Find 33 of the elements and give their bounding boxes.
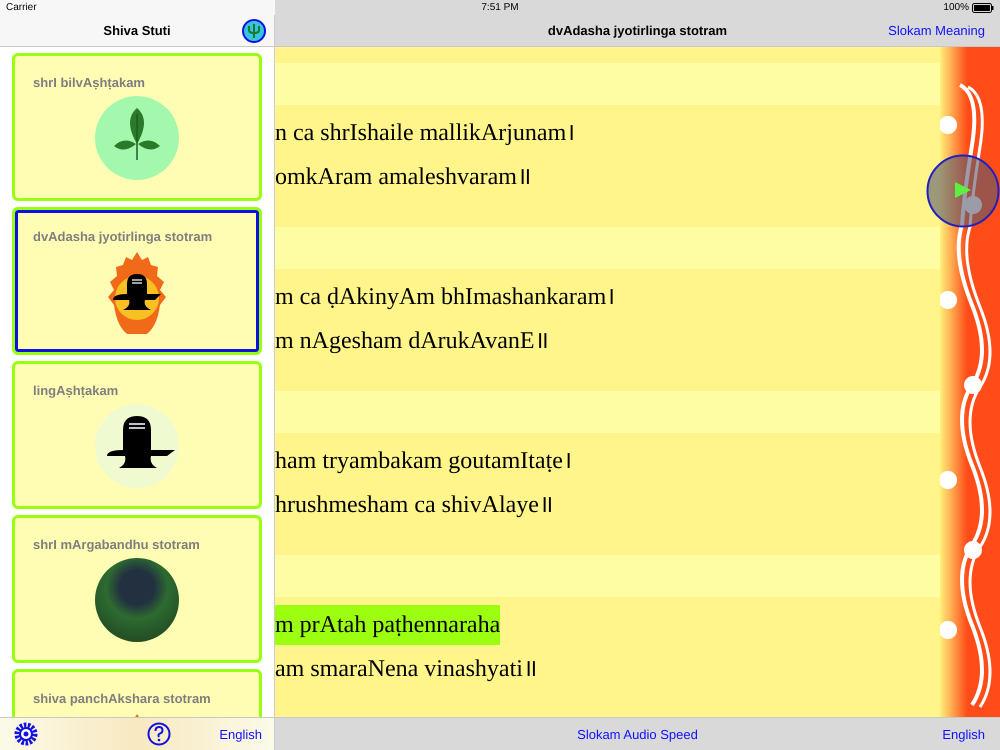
battery-icon [972, 2, 994, 12]
verse-line[interactable]: m nAgesham dArukAvanE॥ [275, 321, 548, 361]
trident-icon[interactable] [242, 19, 266, 43]
sidebar-title: Shiva Stuti [103, 23, 171, 38]
stotram-title: dvAdasha jyotirlinga stotram [548, 23, 728, 38]
item-title: shrI mArgabandhu stotram [33, 537, 201, 553]
clock-time: 7:51 PM [480, 2, 520, 13]
battery-percent: 100% [943, 2, 969, 13]
audio-speed-button[interactable]: Slokam Audio Speed [577, 726, 698, 742]
carrier-label: Carrier [6, 2, 38, 13]
verse-line[interactable]: n ca shrIshaile mallikArjunam। [275, 113, 576, 153]
sidebar-item[interactable]: dvAdasha jyotirlinga stotram [12, 207, 262, 355]
slokam-meaning-button[interactable]: Slokam Meaning [888, 23, 985, 38]
verse-line[interactable]: am smaraNena vinashyati॥ [275, 649, 537, 689]
play-button[interactable] [926, 154, 1000, 228]
lingam-icon [95, 404, 179, 488]
settings-icon[interactable] [14, 722, 38, 746]
sidebar-item[interactable]: shrI bilvAṣhṭakam [12, 53, 262, 201]
verse-line[interactable]: hrushmesham ca shivAlaye॥ [275, 485, 553, 525]
leaf-icon [95, 96, 179, 180]
item-title: shiva panchAkshara stotram [33, 691, 212, 707]
sidebar-item[interactable]: shiva panchAkshara stotram [12, 669, 262, 717]
item-title: shrI bilvAṣhṭakam [33, 75, 146, 91]
item-title: lingAṣhṭakam [33, 383, 120, 399]
help-icon[interactable] [146, 722, 171, 746]
verse-line[interactable]: omkAram amaleshvaram॥ [275, 157, 531, 197]
language-button[interactable]: English [219, 726, 262, 742]
language-button[interactable]: English [942, 726, 986, 742]
verse-line[interactable]: ham tryambakam goutamItaṭe। [275, 441, 572, 481]
item-title: dvAdasha jyotirlinga stotram [33, 229, 214, 245]
sidebar-item[interactable]: shrI mArgabandhu stotram [12, 515, 262, 663]
sidebar-item[interactable]: lingAṣhṭakam [12, 361, 262, 509]
verse-line[interactable]: m ca ḍAkinyAm bhImashankaram। [275, 277, 616, 317]
